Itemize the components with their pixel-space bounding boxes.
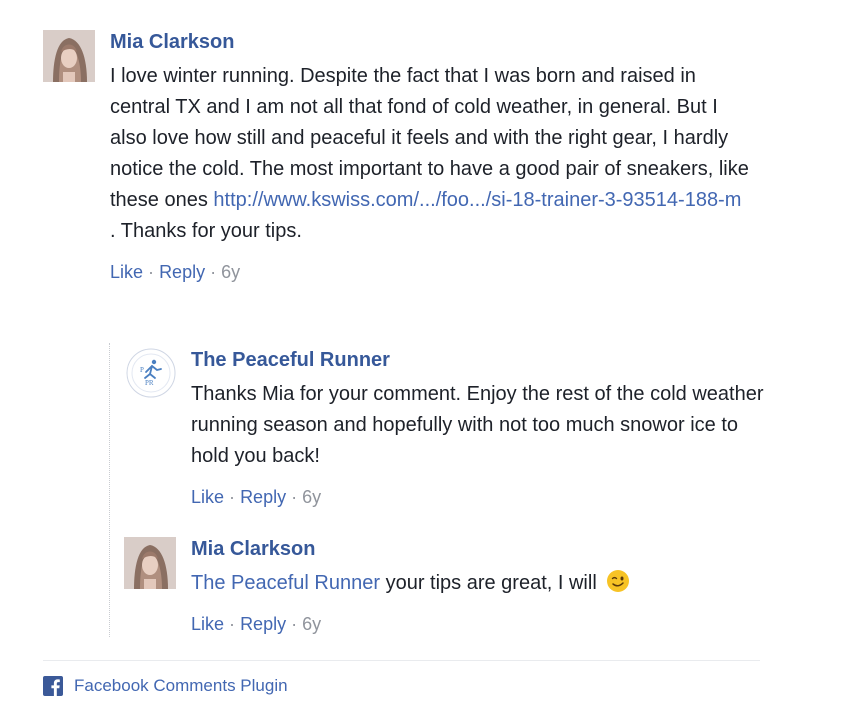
comment-link[interactable]: http://www.kswiss.com/.../foo.../si-18-t… [213,189,741,211]
timestamp[interactable]: 6y [302,487,321,507]
comment-peaceful-runner: P PR The Peaceful Runner Thanks Mia for … [126,348,776,509]
comment-text: Thanks Mia for your comment. Enjoy the r… [191,383,764,467]
reply-link[interactable]: Reply [159,262,205,282]
facebook-comments-plugin-link[interactable]: Facebook Comments Plugin [74,676,288,696]
comment-text: The Peaceful Runner your tips are great,… [191,568,771,599]
mention-link[interactable]: The Peaceful Runner [191,572,380,594]
comment-mia-2: Mia Clarkson The Peaceful Runner your ti… [124,537,774,636]
separator: · [291,487,298,507]
reply-link[interactable]: Reply [240,487,286,507]
runner-logo-icon: P PR [126,348,176,398]
timestamp[interactable]: 6y [221,262,240,282]
comment-actions: Like · Reply · 6y [110,260,750,284]
separator: · [229,487,236,507]
facebook-icon[interactable] [43,676,63,696]
comment-text-tail: . Thanks for your tips. [110,220,302,242]
avatar[interactable] [124,537,176,589]
svg-text:PR: PR [145,379,154,387]
comment-actions: Like · Reply · 6y [191,485,771,509]
comment-text-body: your tips are great, I will [380,572,603,594]
avatar[interactable]: P PR [126,348,176,398]
comment-mia-1: Mia Clarkson I love winter running. Desp… [43,30,763,284]
footer-divider [43,660,760,661]
like-link[interactable]: Like [110,262,143,282]
separator: · [291,614,298,634]
comment-actions: Like · Reply · 6y [191,612,771,636]
user-photo-icon [124,537,176,589]
reply-thread-line [109,343,110,637]
comment-text: I love winter running. Despite the fact … [110,61,750,247]
comment-author[interactable]: Mia Clarkson [191,537,315,561]
like-link[interactable]: Like [191,614,224,634]
winking-face-icon [607,570,630,592]
footer: Facebook Comments Plugin [43,676,288,696]
comment-author[interactable]: Mia Clarkson [110,30,234,54]
comment-author[interactable]: The Peaceful Runner [191,348,390,372]
timestamp[interactable]: 6y [302,614,321,634]
reply-link[interactable]: Reply [240,614,286,634]
avatar[interactable] [43,30,95,82]
separator: · [148,262,155,282]
like-link[interactable]: Like [191,487,224,507]
svg-text:P: P [140,366,144,374]
separator: · [210,262,217,282]
separator: · [229,614,236,634]
user-photo-icon [43,30,95,82]
